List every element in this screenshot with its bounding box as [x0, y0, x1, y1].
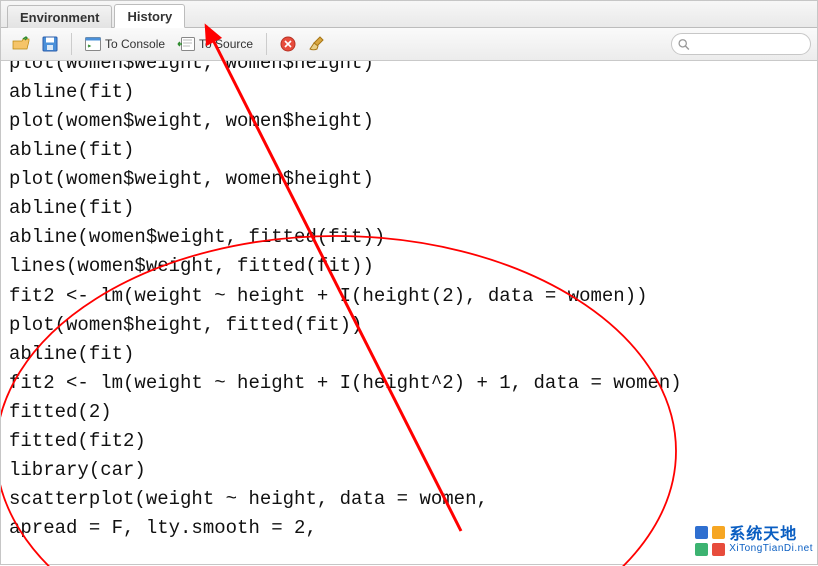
- history-list[interactable]: plot(women$weight, women$height)abline(f…: [1, 61, 817, 566]
- open-file-button[interactable]: [7, 33, 35, 55]
- search-input[interactable]: [690, 37, 804, 51]
- history-line[interactable]: fitted(fit2): [9, 427, 809, 456]
- history-line[interactable]: fit2 <- lm(weight ~ height + I(height(2)…: [9, 282, 809, 311]
- delete-circle-icon: [280, 36, 296, 52]
- to-console-label: To Console: [105, 37, 165, 51]
- to-source-button[interactable]: To Source: [172, 34, 258, 54]
- history-line[interactable]: plot(women$weight, women$height): [9, 107, 809, 136]
- floppy-disk-icon: [42, 36, 58, 52]
- toolbar: To Console To Source: [1, 28, 817, 61]
- history-line[interactable]: apread = F, lty.smooth = 2,: [9, 514, 809, 543]
- history-line[interactable]: abline(fit): [9, 194, 809, 223]
- history-line[interactable]: library(car): [9, 456, 809, 485]
- save-button[interactable]: [37, 33, 63, 55]
- source-icon: [177, 37, 195, 51]
- tab-label: Environment: [20, 10, 99, 25]
- tab-strip: Environment History: [1, 1, 817, 28]
- console-icon: [85, 37, 101, 51]
- to-source-label: To Source: [199, 37, 253, 51]
- history-line[interactable]: fitted(2): [9, 398, 809, 427]
- tab-environment[interactable]: Environment: [7, 5, 112, 28]
- tab-history[interactable]: History: [114, 4, 185, 28]
- history-line[interactable]: abline(women$weight, fitted(fit)): [9, 223, 809, 252]
- tab-label: History: [127, 9, 172, 24]
- to-console-button[interactable]: To Console: [80, 34, 170, 54]
- history-line[interactable]: scatterplot(weight ~ height, data = wome…: [9, 485, 809, 514]
- clear-button[interactable]: [303, 32, 331, 56]
- history-line[interactable]: abline(fit): [9, 78, 809, 107]
- search-icon: [678, 38, 690, 51]
- broom-icon: [308, 35, 326, 53]
- history-line[interactable]: plot(women$weight, women$height): [9, 61, 809, 78]
- folder-open-icon: [12, 36, 30, 52]
- history-line[interactable]: plot(women$height, fitted(fit)): [9, 311, 809, 340]
- search-box[interactable]: [671, 33, 811, 55]
- history-line[interactable]: abline(fit): [9, 340, 809, 369]
- delete-button[interactable]: [275, 33, 301, 55]
- separator: [266, 33, 267, 55]
- separator: [71, 33, 72, 55]
- history-line[interactable]: fit2 <- lm(weight ~ height + I(height^2)…: [9, 369, 809, 398]
- history-line[interactable]: lines(women$weight, fitted(fit)): [9, 252, 809, 281]
- history-line[interactable]: plot(women$weight, women$height): [9, 165, 809, 194]
- history-line[interactable]: abline(fit): [9, 136, 809, 165]
